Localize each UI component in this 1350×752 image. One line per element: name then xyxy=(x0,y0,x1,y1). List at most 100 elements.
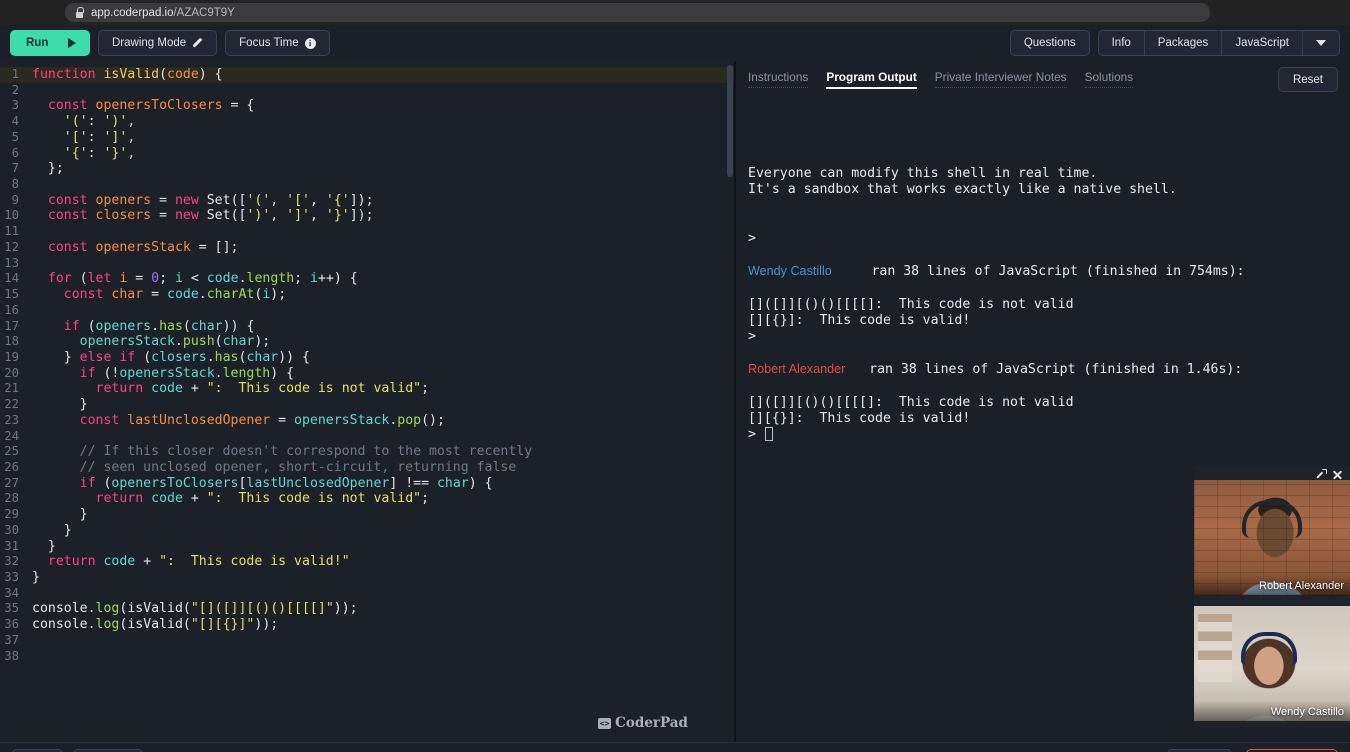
code-token: char xyxy=(111,287,143,302)
code-token: // If this closer doesn't correspond to … xyxy=(32,444,532,459)
code-token: ; xyxy=(421,491,429,506)
code-token: , xyxy=(310,193,326,208)
drawing-mode-button[interactable]: Drawing Mode xyxy=(98,30,217,56)
tab-solutions[interactable]: Solutions xyxy=(1085,70,1134,88)
code-line[interactable]: 28 return code + ": This code is not val… xyxy=(0,491,734,507)
code-line[interactable]: 3 const openersToClosers = { xyxy=(0,98,734,114)
start-call-button[interactable]: Start Call xyxy=(73,749,143,752)
code-token: openersStack xyxy=(119,366,214,381)
code-token xyxy=(32,208,48,223)
terminal-line: It's a sandbox that works exactly like a… xyxy=(748,182,1336,198)
url-input[interactable]: app.coderpad.io /AZAC9T9Y xyxy=(65,3,1210,22)
code-line[interactable]: 9 const openers = new Set(['(', '[', '{'… xyxy=(0,193,734,209)
code-line[interactable]: 31 } xyxy=(0,539,734,555)
code-line[interactable]: 19 } else if (closers.has(char)) { xyxy=(0,350,734,366)
code-line[interactable]: 8 xyxy=(0,177,734,193)
code-line[interactable]: 4 '(': ')', xyxy=(0,114,734,130)
code-token: if xyxy=(119,350,135,365)
code-token: ( xyxy=(183,601,191,616)
code-line[interactable]: 25 // If this closer doesn't correspond … xyxy=(0,444,734,460)
code-line[interactable]: 35console.log(isValid("[]([]][()()[[[[]"… xyxy=(0,601,734,617)
code-line-text: // If this closer doesn't correspond to … xyxy=(26,444,532,460)
tab-private-interviewer-notes[interactable]: Private Interviewer Notes xyxy=(935,70,1067,88)
code-line[interactable]: 12 const openersStack = []; xyxy=(0,240,734,256)
run-button[interactable]: Run xyxy=(10,30,90,56)
editor-scrollbar[interactable] xyxy=(725,61,734,742)
code-line[interactable]: 17 if (openers.has(char)) { xyxy=(0,319,734,335)
terminal-line: Everyone can modify this shell in real t… xyxy=(748,166,1336,182)
language-dropdown-toggle[interactable] xyxy=(1303,30,1340,56)
code-line[interactable]: 10 const closers = new Set([')', ']', '}… xyxy=(0,208,734,224)
editor-scrollbar-thumb[interactable] xyxy=(727,65,733,177)
chevron-down-icon xyxy=(1316,40,1326,46)
url-path: /AZAC9T9Y xyxy=(173,7,234,19)
code-token: , xyxy=(127,114,135,129)
language-selector[interactable]: JavaScript xyxy=(1222,30,1303,56)
code-token: ( xyxy=(72,271,88,286)
code-token: ( xyxy=(135,350,151,365)
code-line-text: } xyxy=(26,539,56,555)
code-line[interactable]: 14 for (let i = 0; i < code.length; i++)… xyxy=(0,271,734,287)
video-tile[interactable]: Robert Alexander xyxy=(1194,480,1350,595)
code-line[interactable]: 18 openersStack.push(char); xyxy=(0,334,734,350)
line-number: 35 xyxy=(0,601,26,617)
code-line[interactable]: 11 xyxy=(0,224,734,240)
expand-icon[interactable] xyxy=(1314,469,1325,480)
code-line[interactable]: 36console.log(isValid("[][{}]")); xyxy=(0,617,734,633)
code-line[interactable]: 34 xyxy=(0,586,734,602)
code-line[interactable]: 27 if (openersToClosers[lastUnclosedOpen… xyxy=(0,476,734,492)
code-line[interactable]: 21 return code + ": This code is not val… xyxy=(0,381,734,397)
code-line[interactable]: 33} xyxy=(0,570,734,586)
terminal-blank-line xyxy=(748,215,1336,231)
code-line[interactable]: 22 } xyxy=(0,397,734,413)
code-token: has xyxy=(159,319,183,334)
code-line[interactable]: 15 const char = code.charAt(i); xyxy=(0,287,734,303)
code-line[interactable]: 6 '{': '}', xyxy=(0,146,734,162)
settings-button[interactable]: Settings xyxy=(1167,749,1232,752)
code-line[interactable]: 30 } xyxy=(0,523,734,539)
code-line[interactable]: 20 if (!openersStack.length) { xyxy=(0,366,734,382)
code-token: , xyxy=(310,208,326,223)
code-line[interactable]: 2 xyxy=(0,83,734,99)
tab-instructions[interactable]: Instructions xyxy=(748,70,808,88)
code-token: lastUnclosedOpener xyxy=(246,476,389,491)
code-line[interactable]: 37 xyxy=(0,633,734,649)
video-tile[interactable]: Wendy Castillo xyxy=(1194,606,1350,721)
code-line[interactable]: 1function isValid(code) { xyxy=(0,67,734,83)
focus-time-button[interactable]: Focus Time i xyxy=(225,30,329,56)
output-tabs: Instructions Program Output Private Interv… xyxy=(736,61,1350,97)
close-icon[interactable] xyxy=(1332,469,1343,480)
code-token: . xyxy=(215,366,223,381)
code-token: ; xyxy=(159,271,175,286)
tab-program-output[interactable]: Program Output xyxy=(826,70,916,89)
code-token: char xyxy=(437,476,469,491)
code-line[interactable]: 13 xyxy=(0,256,734,272)
questions-button[interactable]: Questions xyxy=(1010,30,1090,56)
code-token: isValid xyxy=(127,617,183,632)
code-line[interactable]: 24 xyxy=(0,429,734,445)
invite-button[interactable]: Invite xyxy=(12,749,63,752)
code-line[interactable]: 26 // seen unclosed opener, short-circui… xyxy=(0,460,734,476)
code-line[interactable]: 16 xyxy=(0,303,734,319)
code-token: log xyxy=(96,601,120,616)
code-line[interactable]: 38 xyxy=(0,649,734,665)
reset-button[interactable]: Reset xyxy=(1278,67,1338,92)
code-token: let xyxy=(88,271,112,286)
code-line-text: // seen unclosed opener, short-circuit, … xyxy=(26,460,516,476)
play-icon xyxy=(68,38,76,48)
code-token xyxy=(32,366,80,381)
code-line[interactable]: 32 return code + ": This code is valid!" xyxy=(0,554,734,570)
code-token: = { xyxy=(223,98,255,113)
code-editor-pane[interactable]: 1function isValid(code) {23 const opener… xyxy=(0,61,734,742)
packages-button[interactable]: Packages xyxy=(1145,30,1223,56)
terminal-blank-line xyxy=(748,280,1336,296)
code-line[interactable]: 23 const lastUnclosedOpener = openersSta… xyxy=(0,413,734,429)
info-button[interactable]: Info xyxy=(1098,30,1145,56)
code-line[interactable]: 5 '[': ']', xyxy=(0,130,734,146)
code-editor[interactable]: 1function isValid(code) {23 const opener… xyxy=(0,61,734,664)
end-interview-button[interactable]: End Interview xyxy=(1246,749,1338,752)
code-line[interactable]: 7 }; xyxy=(0,161,734,177)
code-line[interactable]: 29 } xyxy=(0,507,734,523)
code-token: push xyxy=(183,334,215,349)
packages-label: Packages xyxy=(1158,37,1209,49)
